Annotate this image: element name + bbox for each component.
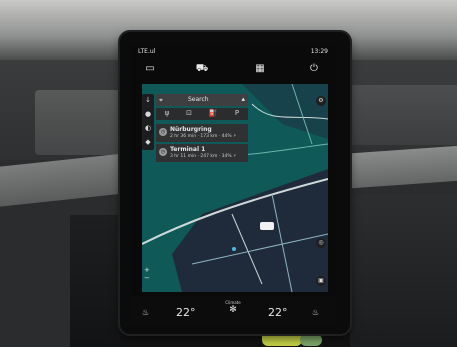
destination-info: 3 hr 11 min · 247 km · 34% ⚡ bbox=[170, 154, 237, 159]
location-pin-icon: ⌖ bbox=[159, 96, 163, 104]
infotainment-display: LTE.ul 13:29 ▭ ⛟ ▦ ⏻ ↓ ● ◐ ◆ ⌖ Search ▴ … bbox=[120, 32, 350, 334]
history-icon: ◷ bbox=[159, 148, 167, 156]
network-indicator: LTE.ul bbox=[138, 48, 156, 55]
right-temperature[interactable]: 22° bbox=[268, 306, 288, 319]
destination-item[interactable]: ◷ Nürburgring 2 hr 36 min · 173 km · 44%… bbox=[156, 124, 248, 142]
car-interior-photo: LTE.ul 13:29 ▭ ⛟ ▦ ⏻ ↓ ● ◐ ◆ ⌖ Search ▴ … bbox=[0, 0, 457, 347]
right-air-vent bbox=[340, 85, 457, 145]
left-air-vent bbox=[35, 90, 120, 155]
destination-name: Nürburgring bbox=[170, 126, 212, 133]
climate-bar: ♨ 22° Climate ✻ 22° ♨ bbox=[130, 296, 336, 324]
search-bar[interactable]: ⌖ Search ▴ bbox=[156, 94, 248, 106]
zoom-out-icon[interactable]: − bbox=[144, 274, 152, 282]
fork-icon[interactable]: ψ bbox=[158, 109, 176, 117]
map-tool-column: ↓ ● ◐ ◆ bbox=[142, 94, 154, 150]
fuel-icon[interactable]: ⛽ bbox=[204, 109, 222, 117]
cart-icon[interactable]: ⊡ bbox=[180, 109, 198, 117]
seat-heat-right-icon[interactable]: ♨ bbox=[312, 308, 319, 317]
route-icon[interactable]: ◐ bbox=[142, 122, 154, 134]
apps-grid-icon[interactable]: ▦ bbox=[250, 62, 270, 76]
layer-icon[interactable]: ● bbox=[142, 108, 154, 120]
parking-icon[interactable]: P bbox=[228, 109, 246, 117]
location-icon[interactable]: ◎ bbox=[316, 238, 326, 248]
display-screen: LTE.ul 13:29 ▭ ⛟ ▦ ⏻ ↓ ● ◐ ◆ ⌖ Search ▴ … bbox=[130, 44, 336, 324]
search-label: Search bbox=[188, 96, 209, 103]
key-tag bbox=[300, 334, 322, 346]
compass-icon[interactable]: ↓ bbox=[142, 94, 154, 106]
history-icon: ◷ bbox=[159, 128, 167, 136]
right-trim bbox=[340, 145, 457, 190]
camera-icon[interactable]: ▭ bbox=[140, 62, 160, 76]
car-icon[interactable]: ⛟ bbox=[192, 62, 212, 76]
speaker-icon[interactable]: ◆ bbox=[142, 136, 154, 148]
zoom-in-icon[interactable]: + bbox=[144, 266, 152, 274]
vehicle-marker bbox=[260, 222, 274, 230]
clock: 13:29 bbox=[310, 48, 328, 55]
land-area bbox=[172, 169, 328, 292]
destination-name: Terminal 1 bbox=[170, 146, 206, 153]
destination-item[interactable]: ◷ Terminal 1 3 hr 11 min · 247 km · 34% … bbox=[156, 144, 248, 162]
fan-icon: ✻ bbox=[229, 305, 237, 315]
settings-icon[interactable]: ⚙ bbox=[316, 96, 326, 106]
left-temperature[interactable]: 22° bbox=[176, 306, 196, 319]
top-navigation: ▭ ⛟ ▦ ⏻ bbox=[130, 60, 336, 80]
seat-heat-left-icon[interactable]: ♨ bbox=[142, 308, 149, 317]
status-bar: LTE.ul 13:29 bbox=[130, 44, 336, 58]
land-area-north bbox=[242, 84, 328, 139]
power-icon[interactable]: ⏻ bbox=[304, 62, 324, 76]
left-trim bbox=[0, 153, 125, 207]
chevron-up-icon[interactable]: ▴ bbox=[241, 95, 245, 103]
destination-info: 2 hr 36 min · 173 km · 44% ⚡ bbox=[170, 134, 237, 139]
quick-category-row: ψ ⊡ ⛽ P bbox=[156, 108, 248, 120]
climate-button[interactable]: Climate ✻ bbox=[222, 300, 244, 315]
poi-marker bbox=[232, 247, 236, 251]
zoom-controls: + − bbox=[144, 266, 152, 286]
map-mode-icon[interactable]: ▣ bbox=[316, 276, 326, 286]
